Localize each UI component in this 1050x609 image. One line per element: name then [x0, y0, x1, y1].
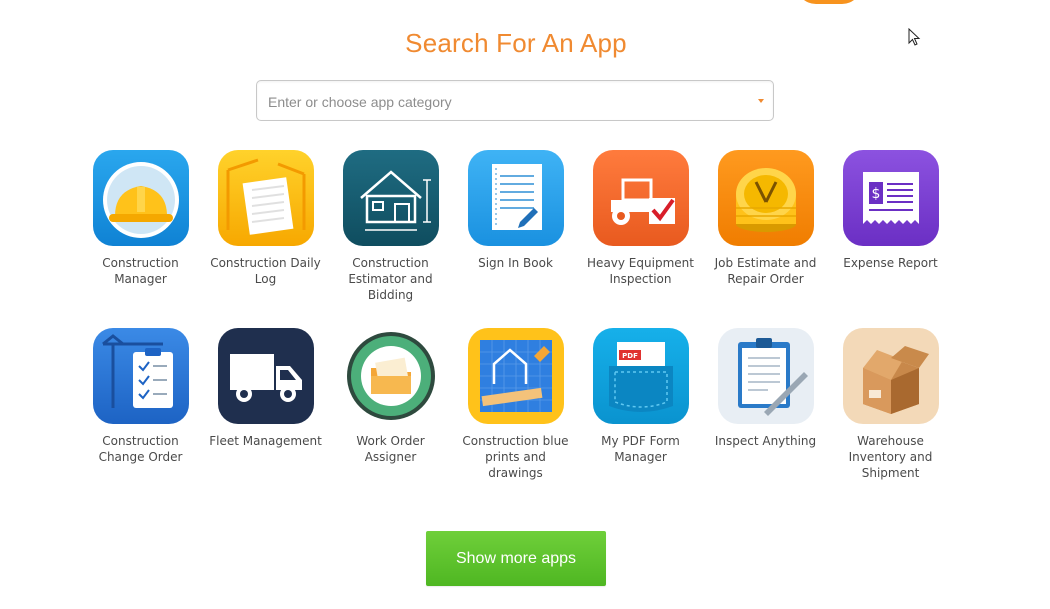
app-job-estimate[interactable]: Job Estimate and Repair Order — [703, 150, 828, 287]
app-label: Fleet Management — [209, 434, 322, 448]
folder-cycle-icon — [342, 328, 439, 424]
app-label: Job Estimate and Repair Order — [714, 256, 817, 286]
app-label: Construction Estimator and Bidding — [348, 256, 433, 302]
pdf-pocket-icon: PDF — [592, 328, 689, 424]
app-category-input[interactable] — [266, 91, 740, 113]
app-construction-manager[interactable]: Construction Manager — [78, 150, 203, 287]
app-label: My PDF Form Manager — [601, 434, 680, 464]
box-icon — [842, 328, 939, 424]
inspect-clipboard-icon — [717, 328, 814, 424]
daily-log-icon — [217, 150, 314, 246]
blueprint-ruler-icon — [467, 328, 564, 424]
coins-tools-icon — [717, 150, 814, 246]
page-title: Search For An App — [405, 28, 627, 58]
app-label: Inspect Anything — [714, 434, 817, 448]
app-heavy-equipment-inspection[interactable]: Heavy Equipment Inspection — [578, 150, 703, 287]
app-inspect-anything[interactable]: Inspect Anything — [703, 328, 828, 449]
clipboard-crane-icon — [92, 328, 189, 424]
app-label: Sign In Book — [478, 256, 553, 270]
receipt-icon: $ — [842, 150, 939, 246]
header-logo-edge — [796, 0, 862, 4]
truck-icon — [217, 328, 314, 424]
app-label: Construction Manager — [102, 256, 179, 286]
app-construction-estimator[interactable]: Construction Estimator and Bidding — [328, 150, 453, 303]
app-construction-daily-log[interactable]: Construction Daily Log — [203, 150, 328, 287]
app-category-combobox[interactable] — [256, 80, 774, 121]
app-label: Heavy Equipment Inspection — [587, 256, 694, 286]
app-label: Construction blue prints and drawings — [462, 434, 569, 480]
app-expense-report[interactable]: $ Expense Report — [828, 150, 953, 271]
app-label: Work Order Assigner — [356, 434, 425, 464]
app-warehouse-inventory[interactable]: Warehouse Inventory and Shipment — [828, 328, 953, 481]
app-construction-blueprints[interactable]: Construction blue prints and drawings — [453, 328, 578, 481]
svg-text:PDF: PDF — [622, 352, 638, 360]
app-construction-change-order[interactable]: Construction Change Order — [78, 328, 203, 465]
app-work-order-assigner[interactable]: Work Order Assigner — [328, 328, 453, 465]
notebook-pen-icon — [467, 150, 564, 246]
dropdown-caret-icon[interactable] — [758, 99, 764, 103]
app-fleet-management[interactable]: Fleet Management — [203, 328, 328, 449]
house-blueprint-icon — [342, 150, 439, 246]
app-sign-in-book[interactable]: Sign In Book — [453, 150, 578, 271]
app-label: Warehouse Inventory and Shipment — [848, 434, 933, 480]
show-more-apps-button[interactable]: Show more apps — [426, 531, 606, 586]
svg-text:$: $ — [871, 186, 880, 202]
app-label: Construction Change Order — [98, 434, 183, 464]
app-my-pdf-form-manager[interactable]: PDF My PDF Form Manager — [578, 328, 703, 465]
app-label: Construction Daily Log — [210, 256, 321, 286]
hard-hat-icon — [92, 150, 189, 246]
app-label: Expense Report — [843, 256, 938, 270]
tractor-check-icon — [592, 150, 689, 246]
